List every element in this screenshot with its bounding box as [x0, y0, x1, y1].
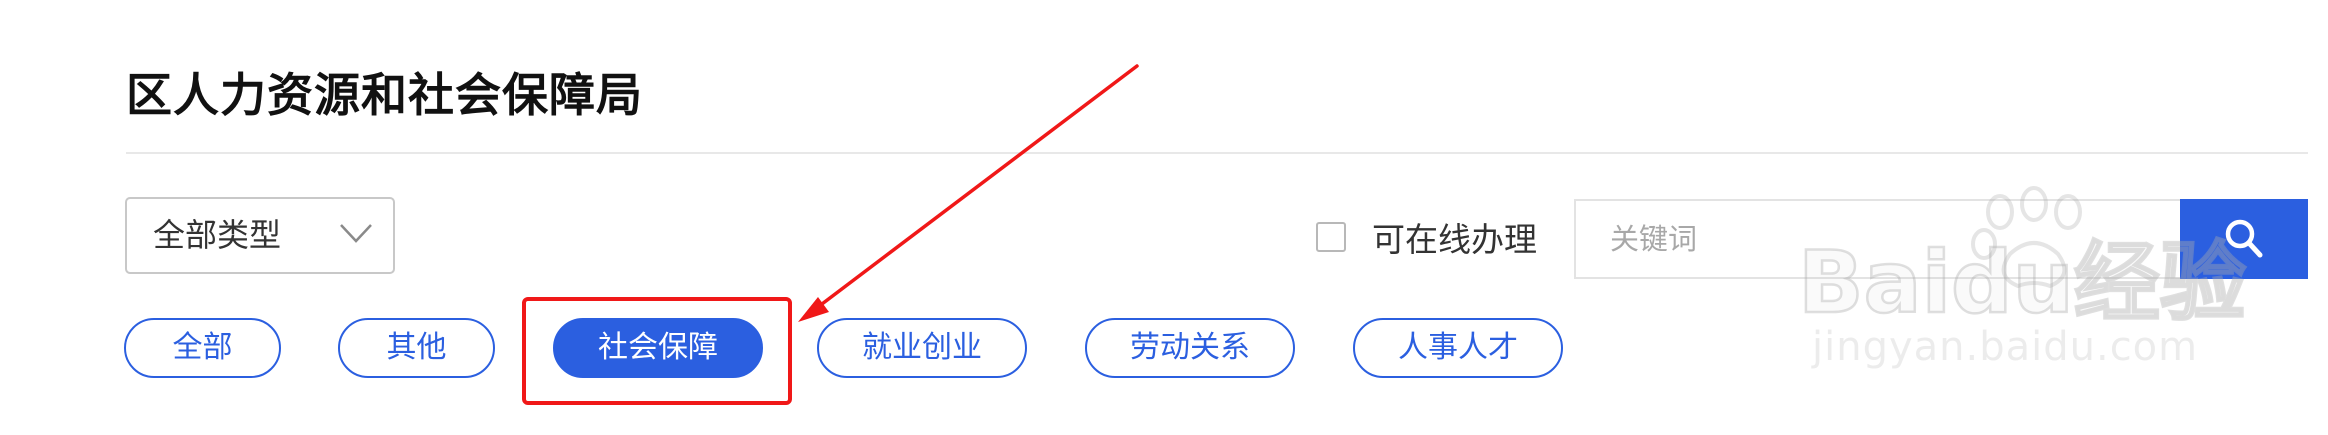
watermark-url: jingyan.baidu.com — [1812, 324, 2199, 370]
type-select-value: 全部类型 — [153, 216, 282, 254]
category-chip-personnel-talent[interactable]: 人事人才 — [1353, 318, 1563, 378]
category-chip-other[interactable]: 其他 — [338, 318, 495, 378]
online-checkbox[interactable] — [1316, 222, 1346, 252]
online-filter[interactable]: 可在线办理 — [1316, 212, 1537, 262]
svg-text:Baidu经验: Baidu经验 — [1798, 233, 2246, 324]
watermark: Baidu经验 jingyan.baidu.com — [1788, 184, 2308, 394]
category-chip-all[interactable]: 全部 — [124, 318, 281, 378]
watermark-logo: Baidu经验 — [1797, 186, 2247, 324]
category-chip-labor-relations[interactable]: 劳动关系 — [1085, 318, 1295, 378]
category-chip-employment[interactable]: 就业创业 — [817, 318, 1027, 378]
chevron-down-icon — [340, 224, 372, 243]
annotation-highlight-box — [522, 297, 792, 405]
page-title: 区人力资源和社会保障局 — [126, 68, 643, 122]
online-checkbox-label: 可在线办理 — [1372, 220, 1537, 259]
type-select-dropdown[interactable]: 全部类型 — [125, 197, 395, 274]
title-divider — [126, 152, 2308, 154]
